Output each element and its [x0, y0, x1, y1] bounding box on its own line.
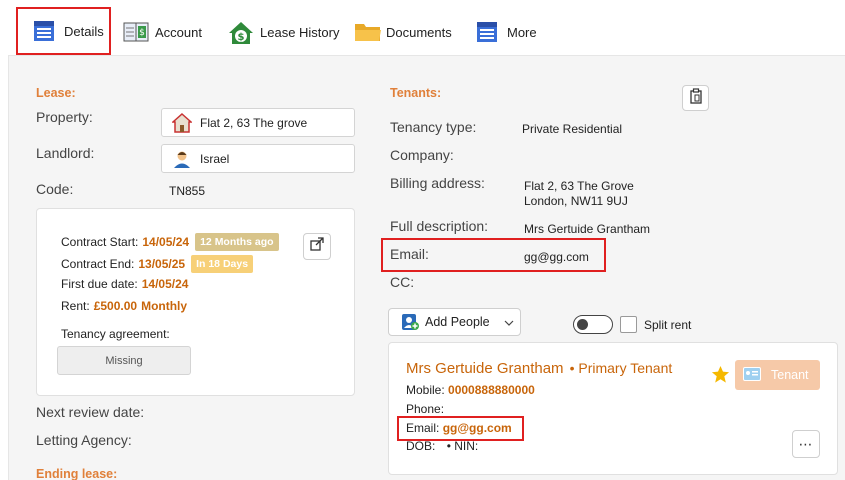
contract-end-label: Contract End: — [61, 257, 135, 271]
tenant-mobile-value: 0000888880000 — [448, 383, 535, 397]
details-panel: Lease: Property: Flat 2, 63 The grove La… — [8, 55, 845, 480]
company-label: Company: — [390, 147, 454, 163]
ellipsis-icon: ⋯ — [798, 435, 814, 452]
tab-details-label: Details — [64, 23, 104, 39]
full-description-value: Mrs Gertuide Grantham — [524, 222, 651, 236]
list-icon — [32, 19, 56, 43]
landlord-value: Israel — [200, 151, 230, 166]
tenant-nin-label: • NIN: — [446, 439, 479, 453]
svg-text:$: $ — [139, 28, 145, 38]
ending-lease-title: Ending lease: — [36, 467, 118, 480]
tenancy-agreement-missing-button[interactable]: Missing — [57, 346, 191, 375]
property-label: Property: — [36, 109, 93, 125]
tenants-section-title: Tenants: — [390, 86, 442, 100]
contract-start-badge: 12 Months ago — [195, 233, 279, 251]
split-rent-label: Split rent — [644, 318, 692, 332]
contract-card: Contract Start: 14/05/24 12 Months ago C… — [36, 208, 355, 396]
add-people-button[interactable]: Add People — [388, 308, 521, 336]
tenant-dob-row: DOB: • NIN: — [406, 439, 478, 453]
house-icon — [171, 112, 193, 133]
full-description-label: Full description: — [390, 218, 489, 234]
email-value: gg@gg.com — [524, 250, 589, 264]
rent-period: Monthly — [141, 299, 188, 313]
tab-account-label: Account — [155, 24, 202, 40]
tenant-dob-label: DOB: — [406, 439, 436, 453]
tenancy-agreement-label: Tenancy agreement: — [61, 327, 170, 341]
clipboard-icon — [688, 87, 704, 109]
svg-text:$: $ — [238, 32, 245, 43]
tab-details[interactable]: Details — [16, 7, 111, 55]
property-field[interactable]: Flat 2, 63 The grove — [161, 108, 355, 137]
tab-documents-label: Documents — [386, 24, 452, 40]
landlord-field[interactable]: Israel — [161, 144, 355, 173]
tenant-role-badge: Tenant — [735, 360, 820, 390]
billing-address-line2: London, NW11 9UJ — [524, 194, 628, 208]
tenant-name-row: Mrs Gertuide Grantham • Primary Tenant — [406, 360, 672, 377]
tab-lease-history[interactable]: $ Lease History — [228, 10, 339, 54]
contract-end-value: 13/05/25 — [138, 257, 186, 271]
email-label: Email: — [390, 246, 429, 262]
contract-start-label: Contract Start: — [61, 235, 139, 249]
contract-end-row: Contract End: 13/05/25 In 18 Days — [61, 255, 254, 273]
tab-more-label: More — [507, 24, 537, 40]
lease-section-title: Lease: — [36, 86, 76, 100]
tab-documents[interactable]: Documents — [354, 10, 452, 54]
billing-address-line1: Flat 2, 63 The Grove — [524, 179, 634, 193]
landlord-label: Landlord: — [36, 145, 95, 161]
rent-label: Rent: — [61, 299, 90, 313]
rent-value: £500.00 — [93, 299, 138, 313]
rent-row: Rent: £500.00 Monthly — [61, 299, 187, 313]
toggle-knob — [577, 319, 588, 330]
billing-address-label: Billing address: — [390, 175, 485, 191]
first-due-value: 14/05/24 — [141, 277, 189, 291]
chevron-down-icon — [504, 315, 514, 329]
house-dollar-icon: $ — [228, 20, 253, 44]
first-due-label: First due date: — [61, 277, 138, 291]
tenant-card: Mrs Gertuide Grantham • Primary Tenant M… — [388, 342, 838, 475]
cc-label: CC: — [390, 274, 415, 290]
contract-end-badge: In 18 Days — [191, 255, 254, 273]
tenant-role: • Primary Tenant — [569, 360, 673, 376]
add-person-icon — [401, 313, 419, 331]
property-value: Flat 2, 63 The grove — [200, 115, 308, 130]
id-card-icon — [743, 366, 761, 384]
tenant-email-label: Email: — [406, 421, 440, 435]
toolbar: Details $ Account $ Lease History Docume… — [0, 0, 845, 55]
next-review-label: Next review date: — [36, 404, 145, 420]
tenancy-type-label: Tenancy type: — [390, 119, 477, 135]
code-value: TN855 — [169, 184, 206, 198]
tenant-phone-label: Phone: — [406, 402, 445, 416]
person-icon — [172, 149, 192, 169]
tenant-mobile-row: Mobile: 0000888880000 — [406, 383, 535, 397]
contract-start-row: Contract Start: 14/05/24 12 Months ago — [61, 233, 279, 251]
open-external-button[interactable] — [303, 233, 331, 260]
more-options-button[interactable]: ⋯ — [792, 430, 820, 458]
contract-start-value: 14/05/24 — [142, 235, 190, 249]
code-label: Code: — [36, 181, 74, 197]
tenant-name: Mrs Gertuide Grantham — [406, 360, 564, 377]
split-rent-checkbox[interactable] — [620, 316, 637, 333]
tenant-badge-label: Tenant — [771, 368, 809, 382]
tenancy-type-value: Private Residential — [522, 122, 623, 136]
first-due-row: First due date: 14/05/24 — [61, 277, 188, 291]
tenant-email-row: Email: gg@gg.com — [406, 421, 512, 435]
list-icon — [475, 20, 499, 44]
tab-more[interactable]: More — [475, 10, 537, 54]
split-rent-toggle[interactable] — [573, 315, 613, 334]
ledger-icon: $ — [123, 20, 149, 44]
tab-account[interactable]: $ Account — [123, 10, 202, 54]
add-people-label: Add People — [425, 315, 490, 329]
tenant-mobile-label: Mobile: — [406, 383, 445, 397]
tenant-email-value[interactable]: gg@gg.com — [443, 421, 512, 435]
letting-agency-label: Letting Agency: — [36, 432, 132, 448]
clipboard-button[interactable] — [682, 85, 709, 111]
tab-lease-history-label: Lease History — [260, 24, 340, 40]
open-external-icon — [309, 236, 325, 257]
star-icon[interactable] — [711, 365, 730, 389]
folder-icon — [354, 20, 381, 44]
